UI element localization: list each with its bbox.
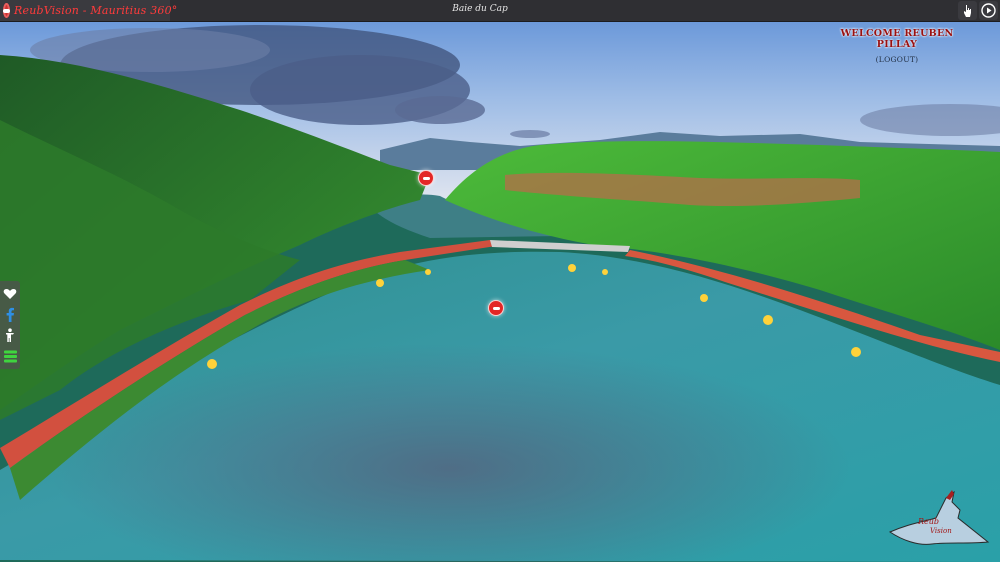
info-person-icon[interactable] [2, 327, 18, 345]
brand-title: ReubVision - Mauritius 360° [14, 4, 178, 17]
hand-pointer-icon[interactable] [958, 1, 977, 20]
panorama-hotspot[interactable] [488, 300, 504, 316]
reubvision-watermark: Reub Vision [888, 488, 990, 550]
location-title: Baie du Cap [452, 4, 508, 14]
top-bar: ReubVision - Mauritius 360° Baie du Cap [0, 0, 1000, 22]
play-icon[interactable] [979, 1, 998, 20]
facebook-icon[interactable] [2, 306, 18, 324]
welcome-panel: WELCOME REUBEN PILLAY (LOGOUT) [822, 28, 972, 64]
menu-icon[interactable] [2, 348, 18, 366]
panorama-view[interactable] [0, 0, 1000, 562]
logout-link[interactable]: (LOGOUT) [822, 55, 972, 64]
social-sidebar [0, 281, 20, 369]
panorama-image [0, 0, 1000, 562]
welcome-text: WELCOME REUBEN PILLAY [840, 28, 954, 50]
top-toolbar [958, 1, 998, 20]
brand-logo-icon [3, 3, 10, 18]
panorama-hotspot[interactable] [418, 170, 434, 186]
watermark-line2: Vision [930, 527, 952, 535]
brand[interactable]: ReubVision - Mauritius 360° [0, 0, 177, 21]
watermark-line1: Reub [918, 517, 940, 526]
heart-icon[interactable] [2, 285, 18, 303]
